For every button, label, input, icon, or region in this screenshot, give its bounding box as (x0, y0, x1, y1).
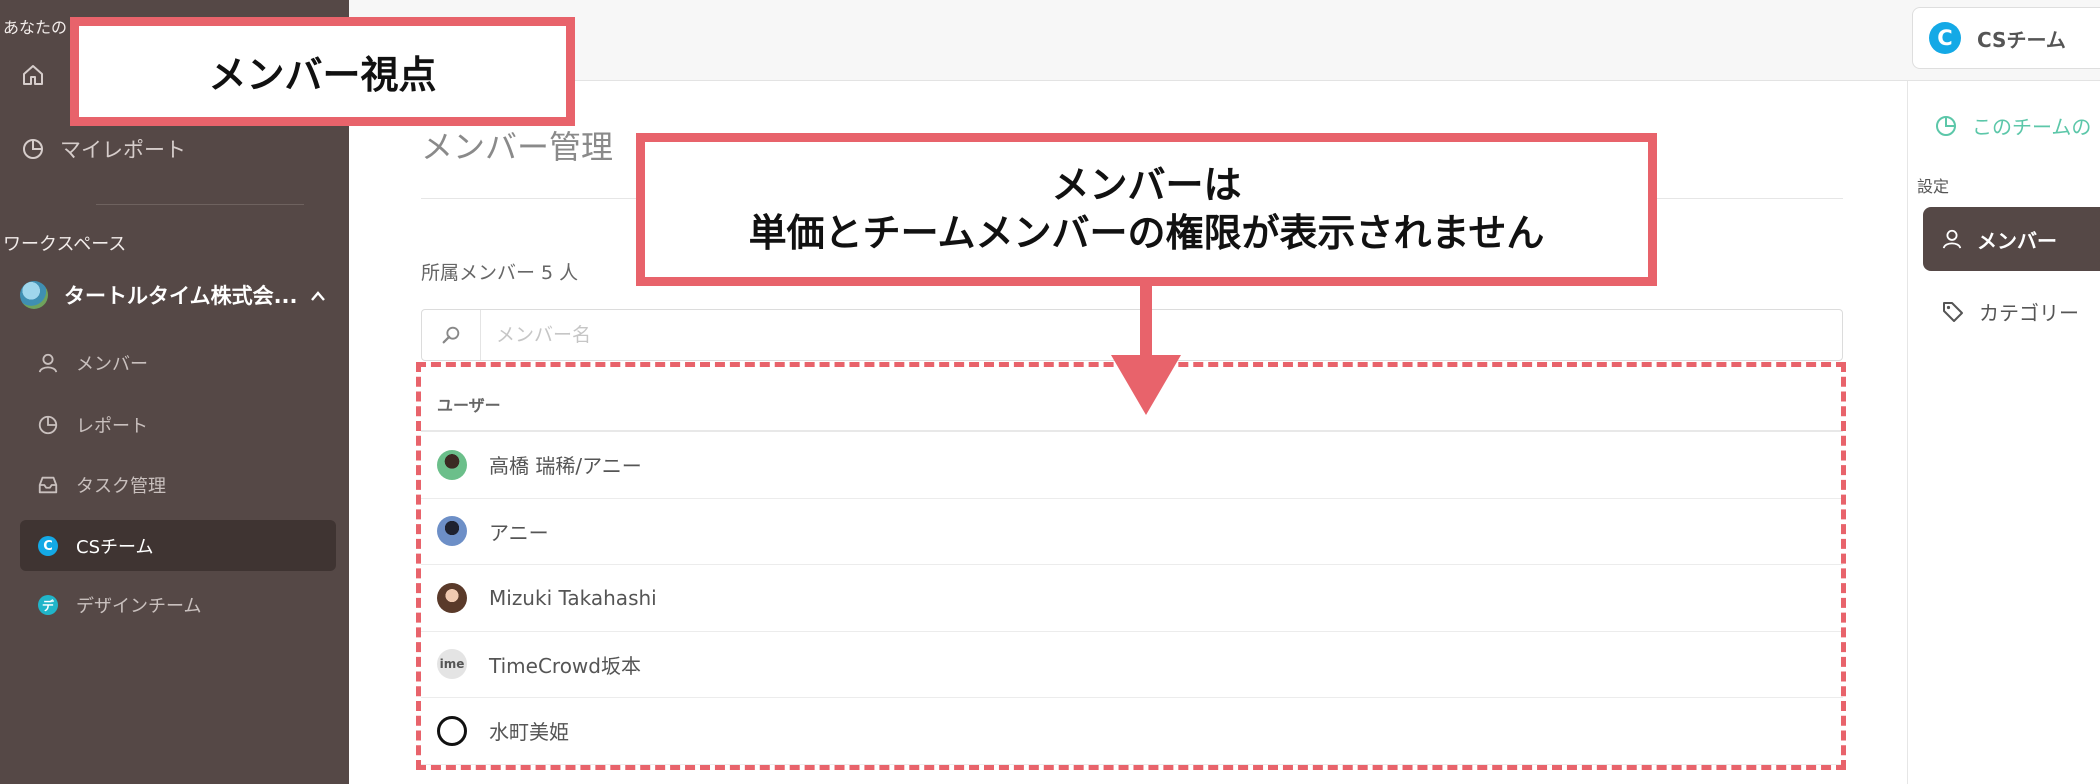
team-c-icon: C (36, 534, 60, 558)
settings-section-label: 設定 (1917, 177, 1950, 196)
workspace-logo-icon (20, 281, 48, 309)
team-switcher-label: CSチーム (1977, 27, 2066, 52)
sidebar-item-members[interactable]: メンバー (36, 350, 148, 376)
chevron-up-icon (310, 283, 326, 307)
annotation-note-line2: 単価とチームメンバーの権限が表示されません (748, 210, 1545, 255)
sidebar-item-label: メンバー (76, 354, 148, 375)
sidebar-section-label: ワークスペース (3, 234, 127, 255)
home-icon (20, 62, 46, 88)
inbox-icon (36, 473, 60, 497)
report-icon (20, 136, 46, 162)
sidebar-item-home[interactable] (20, 62, 60, 88)
workspace-name: タートルタイム株式会... (64, 284, 298, 308)
team-switcher-button[interactable]: C CSチーム (1912, 7, 2100, 69)
report-icon (1934, 114, 1958, 138)
sidebar-item-cs-team[interactable]: C CSチーム (36, 533, 153, 559)
team-c-icon: C (1929, 22, 1961, 54)
member-count: 所属メンバー 5 人 (421, 262, 579, 284)
annotation-arrow-head (1111, 355, 1181, 415)
annotation-dashed-box (416, 362, 1846, 770)
settings-item-members[interactable]: メンバー (1923, 207, 2100, 271)
sidebar-divider (96, 204, 304, 205)
settings-item-categories[interactable]: カテゴリー (1941, 297, 2079, 326)
page-title: メンバー管理 (421, 128, 614, 166)
settings-item-label: メンバー (1977, 228, 2057, 253)
sidebar-item-tasks[interactable]: タスク管理 (36, 472, 166, 498)
team-report-link[interactable]: このチームの (1934, 111, 2091, 140)
report-icon (36, 413, 60, 437)
sidebar-item-label: レポート (76, 416, 148, 437)
settings-item-label: カテゴリー (1979, 301, 2079, 325)
sidebar-item-label: デザインチーム (76, 596, 202, 617)
annotation-note-line1: メンバーは (1051, 163, 1242, 207)
team-de-icon: デ (36, 593, 60, 617)
sidebar-item-label: CSチーム (76, 537, 154, 558)
sidebar-item-design-team[interactable]: デ デザインチーム (36, 592, 201, 618)
team-report-link-label: このチームの (1972, 115, 2092, 139)
workspace-switcher[interactable]: タートルタイム株式会... (20, 280, 326, 310)
user-icon (36, 351, 60, 375)
sidebar-item-label: マイレポート (60, 138, 186, 162)
annotation-arrow-shaft (1140, 286, 1152, 358)
member-search (421, 309, 1843, 361)
tag-icon (1941, 300, 1965, 324)
search-icon (422, 310, 481, 360)
sidebar-item-label: タスク管理 (76, 476, 166, 497)
top-bar (349, 0, 2100, 81)
sidebar-item-reports[interactable]: レポート (36, 412, 148, 438)
annotation-callout-note: メンバーは 単価とチームメンバーの権限が表示されません (636, 133, 1657, 286)
sidebar-top-label: あなたの (3, 18, 68, 37)
sidebar-item-my-report[interactable]: マイレポート (20, 134, 186, 164)
annotation-callout-title: メンバー視点 (70, 17, 575, 126)
settings-panel: このチームの 設定 メンバー カテゴリー (1907, 81, 2100, 784)
user-icon (1941, 228, 1963, 250)
